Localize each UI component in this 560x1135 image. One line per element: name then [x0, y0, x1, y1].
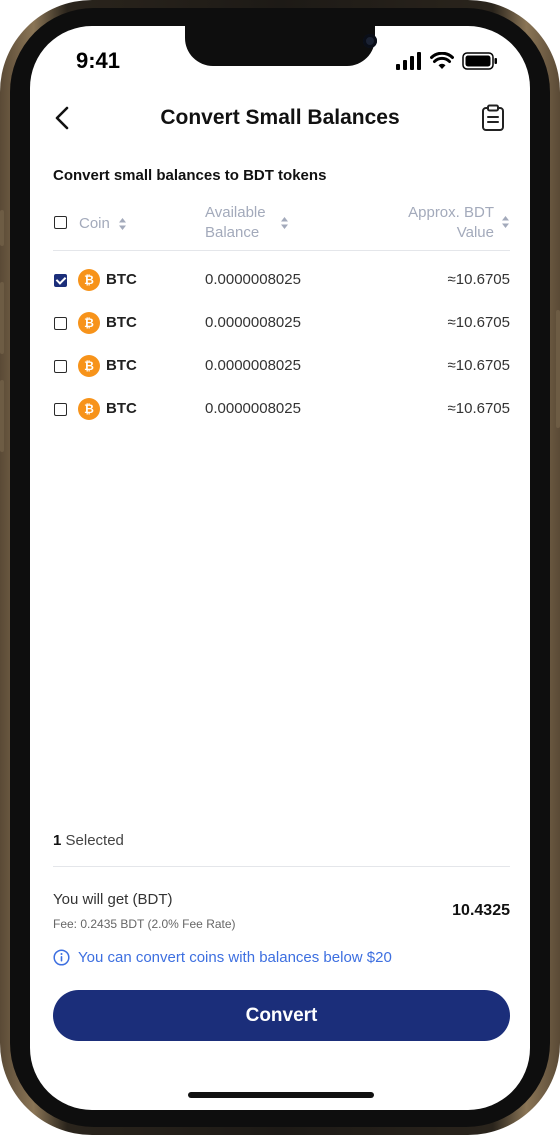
balance-column-label-2: Balance [205, 224, 260, 241]
bitcoin-icon: ₿ [78, 355, 100, 377]
power-button [556, 310, 560, 428]
table-row[interactable]: ₿ BTC 0.0000008025 ≈10.6705 [53, 390, 510, 430]
value-column-label-1: Approx. BDT [408, 204, 494, 221]
battery-icon [462, 52, 497, 70]
status-icons [396, 52, 498, 70]
convert-button[interactable]: Convert [53, 990, 510, 1041]
info-text: You can convert coins with balances belo… [78, 949, 392, 966]
table-row[interactable]: ₿ BTC 0.0000008025 ≈10.6705 [53, 304, 510, 344]
home-indicator [188, 1092, 374, 1098]
row-checkbox[interactable] [54, 274, 67, 287]
page-title: Convert Small Balances [160, 106, 400, 129]
you-will-get-value: 10.4325 [452, 902, 510, 919]
coin-column-label: Coin [79, 215, 110, 232]
volume-up-button [0, 282, 4, 354]
sort-icon [281, 217, 288, 229]
row-checkbox[interactable] [54, 360, 67, 373]
bitcoin-icon: ₿ [78, 312, 100, 334]
divider [53, 866, 510, 867]
silent-switch [0, 210, 4, 246]
header: Convert Small Balances [30, 100, 530, 140]
coin-column-header[interactable]: Coin [79, 214, 127, 234]
notch [185, 26, 377, 66]
selected-label: Selected [65, 832, 124, 849]
status-time: 9:41 [76, 48, 121, 73]
screen: 9:41 Convert Small Balances Convert smal… [30, 26, 530, 1110]
table-row[interactable]: ₿ BTC 0.0000008025 ≈10.6705 [53, 347, 510, 387]
info-notice: You can convert coins with balances belo… [53, 949, 392, 966]
cellular-signal-icon [396, 52, 421, 70]
info-icon [53, 949, 70, 966]
sort-icon [119, 218, 127, 231]
front-camera-icon [363, 34, 377, 48]
you-will-get-label: You will get (BDT) [53, 891, 173, 908]
value-column-header[interactable]: Approx. BDT Value [408, 203, 494, 243]
volume-down-button [0, 380, 4, 452]
select-all-checkbox[interactable] [54, 216, 67, 229]
available-balance: 0.0000008025 [205, 314, 301, 331]
sort-icon [502, 216, 509, 228]
wifi-icon [430, 52, 454, 69]
balance-column-header[interactable]: Available Balance [205, 203, 288, 243]
available-balance: 0.0000008025 [205, 357, 301, 374]
table-row[interactable]: ₿ BTC 0.0000008025 ≈10.6705 [53, 261, 510, 301]
available-balance: 0.0000008025 [205, 400, 301, 417]
coin-name: BTC [106, 271, 137, 288]
approx-value: ≈10.6705 [447, 271, 510, 288]
coin-name: BTC [106, 357, 137, 374]
available-balance: 0.0000008025 [205, 271, 301, 288]
approx-value: ≈10.6705 [447, 400, 510, 417]
approx-value: ≈10.6705 [447, 314, 510, 331]
subtitle: Convert small balances to BDT tokens [53, 167, 327, 184]
coin-name: BTC [106, 314, 137, 331]
selected-count-text: 1 Selected [53, 832, 124, 849]
row-checkbox[interactable] [54, 403, 67, 416]
approx-value: ≈10.6705 [447, 357, 510, 374]
coin-name: BTC [106, 400, 137, 417]
balance-column-label-1: Available [205, 204, 266, 221]
bitcoin-icon: ₿ [78, 269, 100, 291]
bitcoin-icon: ₿ [78, 398, 100, 420]
value-column-label-2: Value [456, 224, 494, 241]
fee-text: Fee: 0.2435 BDT (2.0% Fee Rate) [53, 917, 236, 931]
selected-count: 1 [53, 832, 62, 849]
clipboard-icon[interactable] [480, 104, 506, 132]
table-header: Coin Available Balance Approx. BDT Value [53, 202, 510, 251]
row-checkbox[interactable] [54, 317, 67, 330]
